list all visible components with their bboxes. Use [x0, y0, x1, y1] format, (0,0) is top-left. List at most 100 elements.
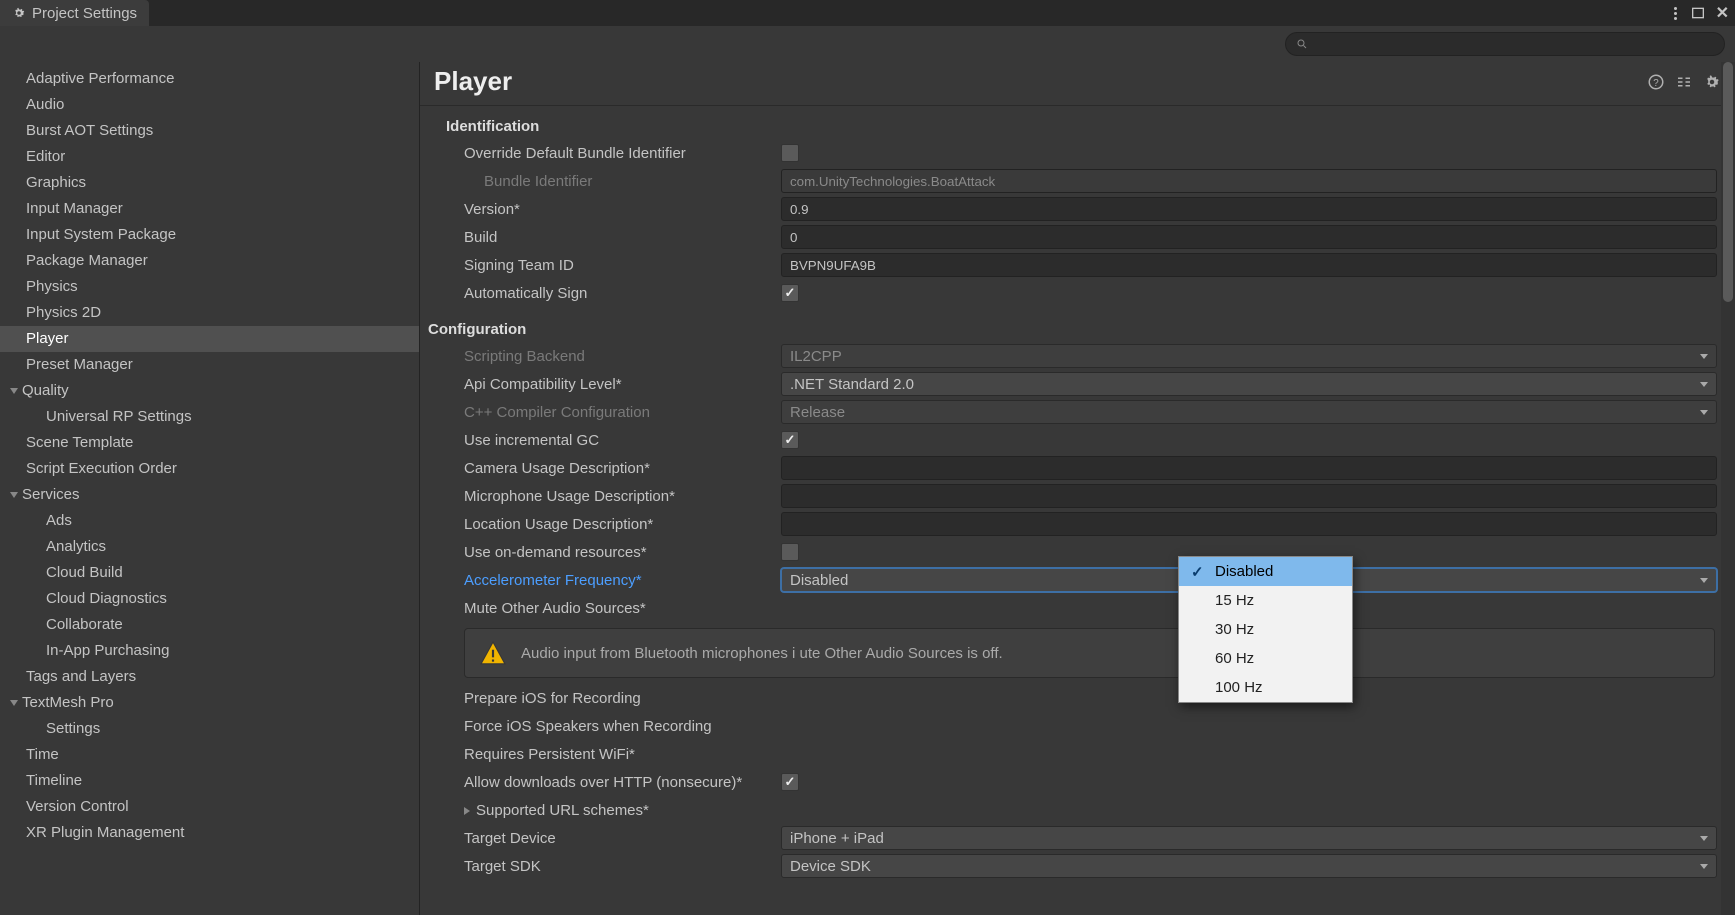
row-url-schemes: Supported URL schemes* [446, 796, 1725, 824]
api-compat-dropdown[interactable]: .NET Standard 2.0 [781, 372, 1717, 396]
label: Requires Persistent WiFi* [446, 746, 781, 763]
section-identification: Identification [446, 112, 1725, 139]
presets-icon[interactable] [1675, 73, 1693, 91]
window-tab-project-settings[interactable]: Project Settings [0, 0, 149, 26]
row-build: Build [446, 223, 1725, 251]
sidebar-label: Services [22, 484, 80, 506]
sidebar-item[interactable]: Time [0, 742, 419, 768]
sidebar-item[interactable]: Settings [0, 716, 419, 742]
content-scroll[interactable]: Identification Override Default Bundle I… [420, 106, 1735, 915]
incremental-gc-checkbox[interactable] [781, 431, 799, 449]
signing-team-input[interactable] [781, 253, 1717, 277]
label: Api Compatibility Level* [446, 376, 781, 393]
auto-sign-checkbox[interactable] [781, 284, 799, 302]
accel-freq-popup[interactable]: Disabled15 Hz30 Hz60 Hz100 Hz [1178, 556, 1353, 703]
target-device-dropdown[interactable]: iPhone + iPad [781, 826, 1717, 850]
sidebar-item[interactable]: Tags and Layers [0, 664, 419, 690]
version-input[interactable] [781, 197, 1717, 221]
sidebar-label: TextMesh Pro [22, 692, 114, 714]
vertical-scrollbar[interactable] [1721, 62, 1735, 915]
sidebar-item[interactable]: Cloud Build [0, 560, 419, 586]
label: Camera Usage Description* [446, 460, 781, 477]
sidebar-item[interactable]: Audio [0, 92, 419, 118]
row-override-bundle: Override Default Bundle Identifier [446, 139, 1725, 167]
override-bundle-checkbox[interactable] [781, 144, 799, 162]
sidebar-item[interactable]: Input System Package [0, 222, 419, 248]
sidebar-item[interactable]: Physics [0, 274, 419, 300]
sidebar-item[interactable]: Preset Manager [0, 352, 419, 378]
sidebar-item[interactable]: XR Plugin Management [0, 820, 419, 846]
label: Microphone Usage Description* [446, 488, 781, 505]
row-mic-desc: Microphone Usage Description* [446, 482, 1725, 510]
label: Build [446, 229, 781, 246]
foldout-icon[interactable] [464, 807, 470, 815]
label: Override Default Bundle Identifier [446, 145, 781, 162]
sidebar-item[interactable]: Physics 2D [0, 300, 419, 326]
sidebar-item[interactable]: Universal RP Settings [0, 404, 419, 430]
sidebar-item[interactable]: Script Execution Order [0, 456, 419, 482]
help-icon[interactable]: ? [1647, 73, 1665, 91]
row-accel-freq: Accelerometer Frequency* Disabled [446, 566, 1725, 594]
row-cpp-compiler: C++ Compiler Configuration Release [446, 398, 1725, 426]
sidebar-item[interactable]: Ads [0, 508, 419, 534]
target-sdk-dropdown[interactable]: Device SDK [781, 854, 1717, 878]
loc-desc-input[interactable] [781, 512, 1717, 536]
sidebar-item[interactable]: Collaborate [0, 612, 419, 638]
row-on-demand: Use on-demand resources* [446, 538, 1725, 566]
chevron-down-icon [10, 388, 18, 394]
gear-icon[interactable] [1703, 73, 1721, 91]
row-prepare-rec: Prepare iOS for Recording [446, 684, 1725, 712]
bundle-id-input [781, 169, 1717, 193]
mic-desc-input[interactable] [781, 484, 1717, 508]
sidebar-item[interactable]: Player [0, 326, 419, 352]
search-icon [1296, 38, 1308, 50]
sidebar-group[interactable]: TextMesh Pro [0, 690, 419, 716]
sidebar-item[interactable]: Version Control [0, 794, 419, 820]
sidebar-item[interactable]: Adaptive Performance [0, 66, 419, 92]
label[interactable]: Supported URL schemes* [446, 802, 781, 819]
sidebar-item[interactable]: Cloud Diagnostics [0, 586, 419, 612]
label: Scripting Backend [446, 348, 781, 365]
on-demand-checkbox[interactable] [781, 543, 799, 561]
sidebar-item[interactable]: Burst AOT Settings [0, 118, 419, 144]
build-input[interactable] [781, 225, 1717, 249]
sidebar-item[interactable]: Analytics [0, 534, 419, 560]
title-bar: Project Settings ✕ [0, 0, 1735, 26]
label: Mute Other Audio Sources* [446, 600, 781, 617]
dropdown-option[interactable]: 15 Hz [1179, 586, 1352, 615]
row-loc-desc: Location Usage Description* [446, 510, 1725, 538]
label: C++ Compiler Configuration [446, 404, 781, 421]
dropdown-option[interactable]: 100 Hz [1179, 673, 1352, 702]
dropdown-option[interactable]: Disabled [1179, 557, 1352, 586]
close-icon[interactable]: ✕ [1710, 3, 1735, 23]
sidebar-item[interactable]: In-App Purchasing [0, 638, 419, 664]
search-row [0, 26, 1735, 62]
sidebar-item[interactable]: Package Manager [0, 248, 419, 274]
maximize-icon[interactable] [1690, 5, 1706, 21]
dropdown-option[interactable]: 60 Hz [1179, 644, 1352, 673]
dropdown-option[interactable]: 30 Hz [1179, 615, 1352, 644]
search-input[interactable] [1285, 32, 1725, 56]
warning-text: Audio input from Bluetooth microphones i… [521, 645, 1003, 662]
tab-title: Project Settings [32, 5, 137, 22]
row-allow-http: Allow downloads over HTTP (nonsecure)* [446, 768, 1725, 796]
sidebar-item[interactable]: Timeline [0, 768, 419, 794]
svg-text:?: ? [1653, 77, 1659, 88]
camera-desc-input[interactable] [781, 456, 1717, 480]
label: Signing Team ID [446, 257, 781, 274]
sidebar-group[interactable]: Services [0, 482, 419, 508]
sidebar-item[interactable]: Input Manager [0, 196, 419, 222]
main-panel: Player ? Identification Override Default… [420, 62, 1735, 915]
gear-icon [12, 6, 26, 20]
warning-box: Audio input from Bluetooth microphones i… [464, 628, 1715, 678]
sidebar-group[interactable]: Quality [0, 378, 419, 404]
sidebar-item[interactable]: Scene Template [0, 430, 419, 456]
kebab-menu-icon[interactable] [1674, 7, 1678, 20]
scroll-thumb[interactable] [1723, 62, 1733, 302]
sidebar-item[interactable]: Editor [0, 144, 419, 170]
chevron-down-icon [10, 492, 18, 498]
allow-http-checkbox[interactable] [781, 773, 799, 791]
row-camera-desc: Camera Usage Description* [446, 454, 1725, 482]
sidebar-item[interactable]: Graphics [0, 170, 419, 196]
section-configuration: Configuration [428, 307, 1725, 342]
